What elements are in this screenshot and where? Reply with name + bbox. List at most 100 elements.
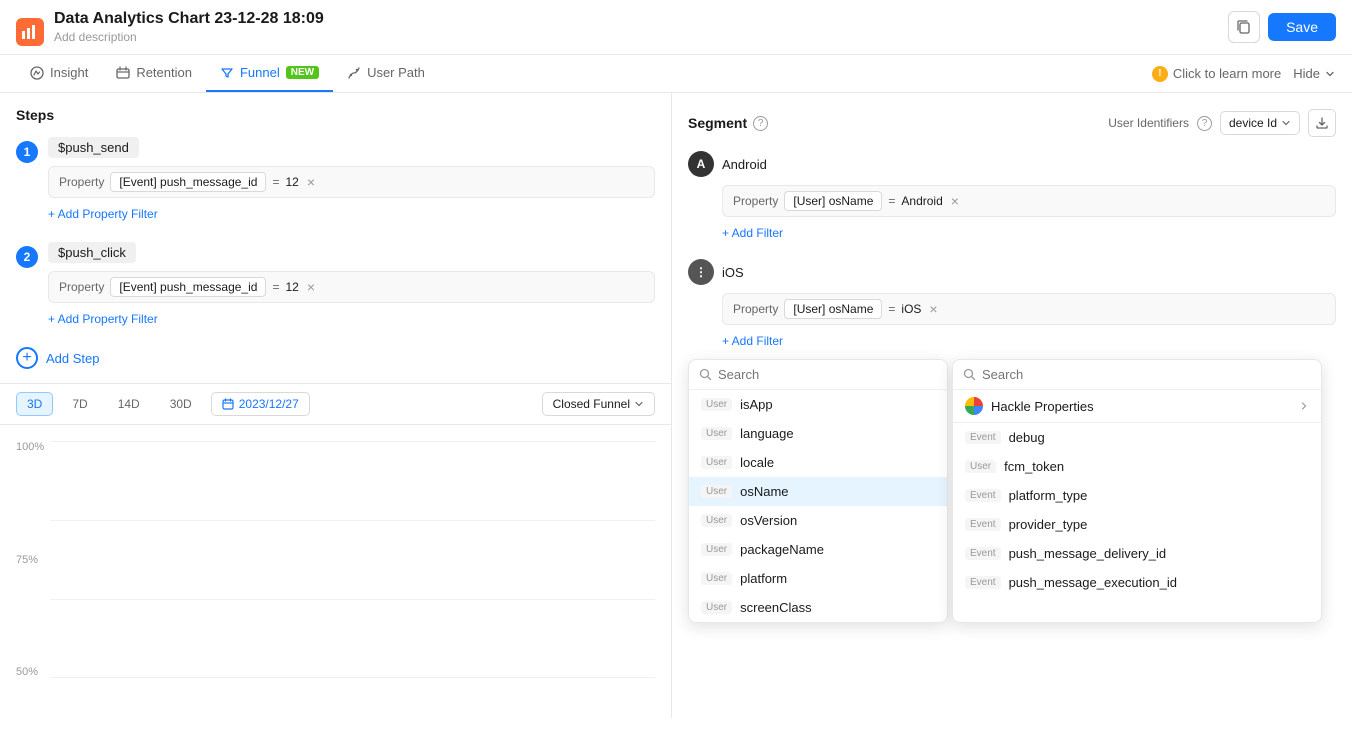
android-avatar: A <box>688 151 714 177</box>
user-id-help-icon[interactable]: ? <box>1197 116 1212 131</box>
right-tag-execution-id: Event <box>965 576 1001 589</box>
period-3d[interactable]: 3D <box>16 392 53 416</box>
ios-add-filter-label: + Add Filter <box>722 334 783 348</box>
prop-item-platform[interactable]: User platform <box>689 564 947 593</box>
property-search-input[interactable] <box>718 367 937 382</box>
step-2-add-filter[interactable]: + Add Property Filter <box>48 309 655 329</box>
right-item-platform-type[interactable]: Event platform_type <box>953 481 1321 510</box>
segment-title: Segment <box>688 115 747 131</box>
right-item-execution-id[interactable]: Event push_message_execution_id <box>953 568 1321 597</box>
nav-bar: Insight Retention Funnel NEW User Path !… <box>0 55 1352 93</box>
right-name-provider-type: provider_type <box>1009 517 1088 532</box>
step-2-prop-name[interactable]: [Event] push_message_id <box>110 277 266 297</box>
tab-insight[interactable]: Insight <box>16 55 102 92</box>
tab-retention[interactable]: Retention <box>102 55 206 92</box>
step-2-remove[interactable]: × <box>307 279 315 295</box>
segment-help-icon[interactable]: ? <box>753 116 768 131</box>
ios-menu-icon[interactable]: ⋮ <box>688 259 714 285</box>
right-item-fcm[interactable]: User fcm_token <box>953 452 1321 481</box>
funnel-type-label: Closed Funnel <box>553 397 630 411</box>
android-group-name: Android <box>722 157 767 172</box>
chart-y-100: 100% <box>16 441 44 453</box>
prop-name-packagename: packageName <box>740 542 824 557</box>
right-item-delivery-id[interactable]: Event push_message_delivery_id <box>953 539 1321 568</box>
segment-download-button[interactable] <box>1308 109 1336 137</box>
ios-value: iOS <box>901 302 921 316</box>
ios-add-filter[interactable]: + Add Filter <box>722 331 1336 351</box>
step-1-add-filter-label: + Add Property Filter <box>48 207 158 221</box>
right-tag-debug: Event <box>965 431 1001 444</box>
prop-name-platform: platform <box>740 571 787 586</box>
android-value: Android <box>901 194 942 208</box>
property-dropdown-left: User isApp User language User locale U <box>688 359 948 623</box>
step-1-add-filter[interactable]: + Add Property Filter <box>48 204 655 224</box>
ios-prop-label: Property <box>733 302 778 316</box>
segment-group-ios: ⋮ iOS Property [User] osName = iOS × + A… <box>688 259 1336 351</box>
user-id-value: device Id <box>1229 116 1277 130</box>
step-2-value: 12 <box>285 280 298 294</box>
prop-name-language: language <box>740 426 794 441</box>
tab-funnel[interactable]: Funnel NEW <box>206 55 333 92</box>
learn-more-label: Click to learn more <box>1173 66 1281 81</box>
ios-op: = <box>888 302 895 316</box>
hackle-properties-item[interactable]: Hackle Properties <box>953 390 1321 423</box>
right-search-input[interactable] <box>982 367 1311 382</box>
step-2-op: = <box>272 280 279 294</box>
funnel-type-select[interactable]: Closed Funnel <box>542 392 655 416</box>
right-item-debug[interactable]: Event debug <box>953 423 1321 452</box>
prop-tag-screenclass: User <box>701 601 732 614</box>
prop-item-isapp[interactable]: User isApp <box>689 390 947 419</box>
tab-user-path-label: User Path <box>367 65 425 80</box>
prop-item-osname[interactable]: User osName <box>689 477 947 506</box>
prop-tag-osversion: User <box>701 514 732 527</box>
prop-tag-language: User <box>701 427 732 440</box>
period-14d[interactable]: 14D <box>107 392 151 416</box>
tab-user-path[interactable]: User Path <box>333 55 439 92</box>
prop-item-screenclass[interactable]: User screenClass <box>689 593 947 622</box>
prop-name-screenclass: screenClass <box>740 600 812 615</box>
prop-name-osversion: osVersion <box>740 513 797 528</box>
ios-prop-name[interactable]: [User] osName <box>784 299 882 319</box>
save-button[interactable]: Save <box>1268 13 1336 41</box>
hackle-logo-icon <box>965 397 983 415</box>
right-tag-provider-type: Event <box>965 518 1001 531</box>
hide-button[interactable]: Hide <box>1293 66 1336 81</box>
step-1-number: 1 <box>16 141 38 163</box>
duplicate-button[interactable] <box>1228 11 1260 43</box>
step-2-name: $push_click <box>48 242 136 263</box>
right-tag-delivery-id: Event <box>965 547 1001 560</box>
add-step-button[interactable]: + Add Step <box>16 347 655 369</box>
prop-item-packagename[interactable]: User packageName <box>689 535 947 564</box>
learn-more-button[interactable]: ! Click to learn more <box>1152 66 1281 82</box>
period-30d[interactable]: 30D <box>159 392 203 416</box>
step-1-prop-name[interactable]: [Event] push_message_id <box>110 172 266 192</box>
step-1: 1 $push_send Property [Event] push_messa… <box>16 137 655 224</box>
search-icon <box>699 368 712 381</box>
step-1-prop-label: Property <box>59 175 104 189</box>
android-add-filter[interactable]: + Add Filter <box>722 223 1336 243</box>
prop-item-osversion[interactable]: User osVersion <box>689 506 947 535</box>
tab-insight-label: Insight <box>50 65 88 80</box>
right-tag-fcm: User <box>965 460 996 473</box>
chart-y-75: 75% <box>16 554 44 566</box>
user-identifiers-label: User Identifiers <box>1108 116 1189 130</box>
step-1-remove[interactable]: × <box>307 174 315 190</box>
period-7d[interactable]: 7D <box>61 392 98 416</box>
prop-item-locale[interactable]: User locale <box>689 448 947 477</box>
steps-title: Steps <box>16 107 655 123</box>
prop-item-language[interactable]: User language <box>689 419 947 448</box>
tab-funnel-label: Funnel <box>240 65 280 80</box>
android-prop-row: Property [User] osName = Android × <box>722 185 1336 217</box>
ios-remove[interactable]: × <box>929 301 937 317</box>
app-logo <box>16 18 44 46</box>
hackle-chevron-icon <box>1299 401 1309 411</box>
page-description[interactable]: Add description <box>54 30 1228 44</box>
right-item-provider-type[interactable]: Event provider_type <box>953 510 1321 539</box>
hackle-properties-label: Hackle Properties <box>991 399 1094 414</box>
android-remove[interactable]: × <box>951 193 959 209</box>
user-id-select[interactable]: device Id <box>1220 111 1300 135</box>
android-add-filter-label: + Add Filter <box>722 226 783 240</box>
android-prop-name[interactable]: [User] osName <box>784 191 882 211</box>
step-2-property-row: Property [Event] push_message_id = 12 × <box>48 271 655 303</box>
date-picker[interactable]: 2023/12/27 <box>211 392 310 416</box>
